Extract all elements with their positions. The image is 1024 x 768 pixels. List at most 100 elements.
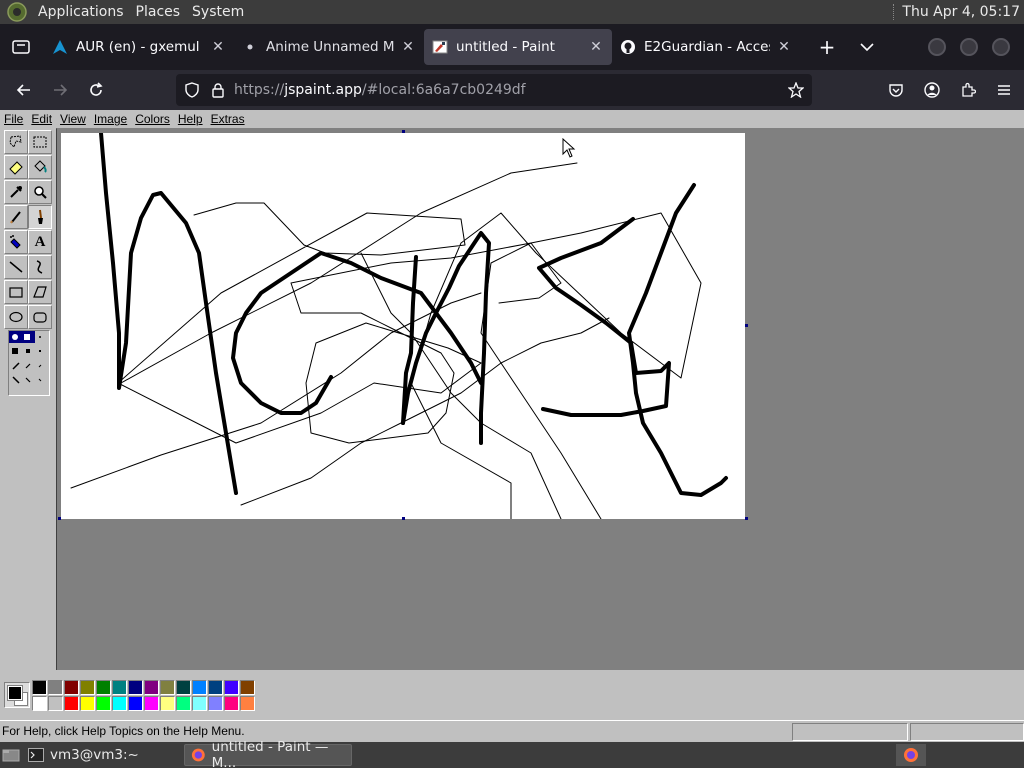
palette-swatch[interactable] <box>112 696 127 711</box>
tab-anime[interactable]: Anime Unnamed Mem ✕ <box>234 29 424 65</box>
applications-menu[interactable]: Applications <box>32 4 130 20</box>
menu-colors[interactable]: Colors <box>131 112 174 126</box>
resize-handle-bottom-left[interactable] <box>58 517 61 520</box>
pocket-button[interactable] <box>878 74 914 106</box>
eraser-tool[interactable] <box>4 155 28 179</box>
select-tool[interactable] <box>28 130 52 154</box>
palette-swatch[interactable] <box>208 680 223 695</box>
menu-view[interactable]: View <box>56 112 90 126</box>
url-bar[interactable]: https://jspaint.app/#local:6a6a7cb0249df <box>176 74 812 106</box>
app-menu-button[interactable] <box>986 74 1022 106</box>
palette-swatch[interactable] <box>240 680 255 695</box>
resize-handle-right[interactable] <box>745 324 748 327</box>
resize-handle-bottom[interactable] <box>402 517 405 520</box>
airbrush-icon <box>10 235 21 249</box>
palette-swatch[interactable] <box>176 696 191 711</box>
palette-swatch[interactable] <box>48 696 63 711</box>
forward-button[interactable] <box>42 74 78 106</box>
palette-swatch[interactable] <box>128 680 143 695</box>
gnome-foot-icon[interactable] <box>6 1 28 23</box>
palette-swatch[interactable] <box>160 680 175 695</box>
tab-aur[interactable]: AUR (en) - gxemul ✕ <box>44 29 234 65</box>
palette-swatch[interactable] <box>96 680 111 695</box>
clock[interactable]: Thu Apr 4, 05:17 <box>902 4 1024 20</box>
taskbar-terminal[interactable]: vm3@vm3:~ <box>22 744 182 766</box>
free-form-select-tool[interactable] <box>4 130 28 154</box>
palette-swatch[interactable] <box>112 680 127 695</box>
ellipse-tool[interactable] <box>4 305 28 329</box>
palette-swatch[interactable] <box>208 696 223 711</box>
primary-color-swatch[interactable] <box>7 685 23 701</box>
brush-shapes-icon[interactable] <box>9 331 49 395</box>
show-desktop-icon[interactable] <box>2 747 20 763</box>
maximize-window-icon[interactable] <box>960 38 978 56</box>
magnifier-tool[interactable] <box>28 180 52 204</box>
url-text[interactable]: https://jspaint.app/#local:6a6a7cb0249df <box>234 82 526 98</box>
close-tab-icon[interactable]: ✕ <box>210 39 226 55</box>
resize-handle-top[interactable] <box>402 130 405 133</box>
list-all-tabs-button[interactable] <box>852 32 882 62</box>
palette-swatch[interactable] <box>160 696 175 711</box>
curve-tool[interactable] <box>28 255 52 279</box>
menu-extras[interactable]: Extras <box>207 112 249 126</box>
palette-swatch[interactable] <box>48 680 63 695</box>
palette-swatch[interactable] <box>64 696 79 711</box>
palette-swatch[interactable] <box>144 680 159 695</box>
tab-e2guardian[interactable]: E2Guardian - Access D ✕ <box>612 29 800 65</box>
menu-help[interactable]: Help <box>174 112 207 126</box>
taskbar-firefox[interactable]: untitled - Paint — M... <box>184 739 352 768</box>
bookmark-star-icon[interactable] <box>788 82 804 98</box>
palette-swatch[interactable] <box>32 680 47 695</box>
close-tab-icon[interactable]: ✕ <box>588 39 604 55</box>
menu-edit[interactable]: Edit <box>27 112 56 126</box>
pick-color-tool[interactable] <box>4 180 28 204</box>
line-tool[interactable] <box>4 255 28 279</box>
palette-swatch[interactable] <box>80 680 95 695</box>
palette-swatch[interactable] <box>64 680 79 695</box>
current-colors[interactable] <box>4 682 30 708</box>
brush-options[interactable] <box>8 330 50 396</box>
palette-swatch[interactable] <box>192 680 207 695</box>
extensions-button[interactable] <box>950 74 986 106</box>
system-menu[interactable]: System <box>186 4 250 20</box>
firefox-view-button[interactable] <box>6 32 36 62</box>
close-tab-icon[interactable]: ✕ <box>400 39 416 55</box>
pencil-tool[interactable] <box>4 205 28 229</box>
palette-swatch[interactable] <box>128 696 143 711</box>
menu-image[interactable]: Image <box>90 112 131 126</box>
lock-icon[interactable] <box>210 82 226 98</box>
minimize-window-icon[interactable] <box>928 38 946 56</box>
reload-button[interactable] <box>78 74 114 106</box>
close-window-icon[interactable] <box>992 38 1010 56</box>
palette-swatch[interactable] <box>96 696 111 711</box>
resize-handle-bottom-right[interactable] <box>745 517 748 520</box>
new-tab-button[interactable]: + <box>812 32 842 62</box>
menu-file[interactable]: File <box>0 112 27 126</box>
tray-firefox[interactable] <box>896 744 926 766</box>
tab-paint[interactable]: untitled - Paint ✕ <box>424 29 612 65</box>
fill-tool[interactable] <box>28 155 52 179</box>
close-tab-icon[interactable]: ✕ <box>776 39 792 55</box>
account-button[interactable] <box>914 74 950 106</box>
palette-swatch[interactable] <box>80 696 95 711</box>
rounded-rectangle-tool[interactable] <box>28 305 52 329</box>
polygon-tool[interactable] <box>28 280 52 304</box>
brush-tool[interactable] <box>28 205 52 229</box>
palette-swatch[interactable] <box>224 696 239 711</box>
pocket-icon <box>889 84 903 97</box>
rectangle-tool[interactable] <box>4 280 28 304</box>
drawing-canvas[interactable] <box>61 131 745 520</box>
palette-swatch[interactable] <box>192 696 207 711</box>
arch-icon <box>52 39 68 55</box>
tracking-protection-shield-icon[interactable] <box>184 82 200 98</box>
text-tool[interactable]: A <box>28 230 52 254</box>
palette-swatch[interactable] <box>224 680 239 695</box>
places-menu[interactable]: Places <box>130 4 187 20</box>
palette-swatch[interactable] <box>176 680 191 695</box>
palette-swatch[interactable] <box>32 696 47 711</box>
back-button[interactable] <box>6 74 42 106</box>
canvas-area[interactable] <box>56 128 1024 670</box>
palette-swatch[interactable] <box>240 696 255 711</box>
palette-swatch[interactable] <box>144 696 159 711</box>
airbrush-tool[interactable] <box>4 230 28 254</box>
